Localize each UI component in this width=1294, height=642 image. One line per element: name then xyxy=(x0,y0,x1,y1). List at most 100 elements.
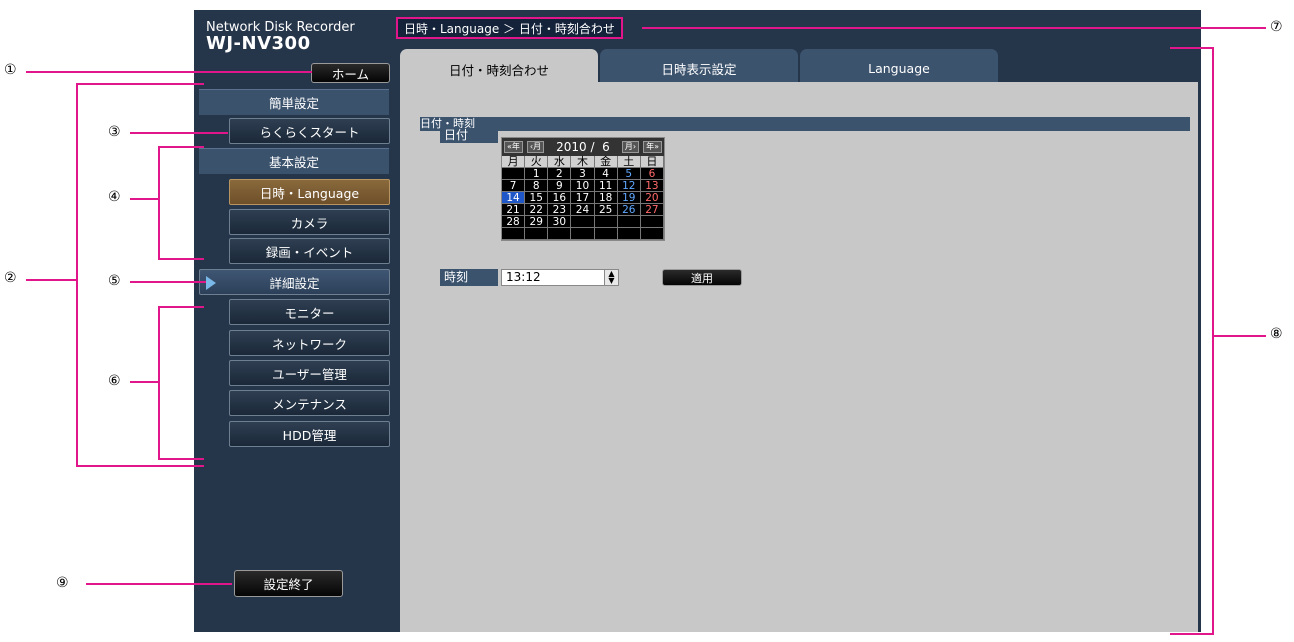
finish-settings-button[interactable]: 設定終了 xyxy=(234,570,343,597)
calendar-day[interactable]: 25 xyxy=(594,204,618,216)
sidebar-item-datetime-language[interactable]: 日時・Language xyxy=(229,179,390,205)
callout-4-bracket-top xyxy=(158,146,204,148)
calendar-day[interactable]: 7 xyxy=(502,180,526,192)
calendar-empty-cell xyxy=(594,228,618,240)
sidebar-category-advanced[interactable]: 詳細設定 xyxy=(199,269,390,295)
sidebar-item-monitor[interactable]: モニター xyxy=(229,299,390,325)
calendar-weekday: 土 xyxy=(617,156,641,168)
calendar-empty-cell xyxy=(640,216,664,228)
callout-1: ① xyxy=(4,62,17,78)
calendar-weekday: 金 xyxy=(594,156,618,168)
sidebar-item-maintenance[interactable]: メンテナンス xyxy=(229,390,390,416)
sidebar-item-network[interactable]: ネットワーク xyxy=(229,330,390,356)
calendar-day[interactable]: 21 xyxy=(502,204,526,216)
sidebar-item-user-management[interactable]: ユーザー管理 xyxy=(229,360,390,386)
calendar-day[interactable]: 12 xyxy=(617,180,641,192)
calendar-day[interactable]: 3 xyxy=(571,168,595,180)
callout-6: ⑥ xyxy=(108,373,121,389)
calendar-empty-cell xyxy=(571,216,595,228)
calendar-empty-cell xyxy=(617,228,641,240)
sidebar-category-simple: 簡単設定 xyxy=(199,89,389,115)
calendar-weekday: 火 xyxy=(525,156,549,168)
calendar-weekday: 日 xyxy=(640,156,664,168)
calendar-week-row xyxy=(502,228,664,240)
callout-6-line xyxy=(130,381,158,383)
callout-8-bracket-top xyxy=(1170,47,1214,49)
callout-2-bracket-bottom xyxy=(76,465,204,467)
calendar-empty-cell xyxy=(548,228,572,240)
callout-9: ⑨ xyxy=(56,575,69,591)
calendar-day[interactable]: 16 xyxy=(548,192,572,204)
calendar-day[interactable]: 8 xyxy=(525,180,549,192)
calendar-day[interactable]: 27 xyxy=(640,204,664,216)
calendar-day[interactable]: 4 xyxy=(594,168,618,180)
calendar-day[interactable]: 23 xyxy=(548,204,572,216)
calendar-day[interactable]: 17 xyxy=(571,192,595,204)
sidebar-item-hdd-management[interactable]: HDD管理 xyxy=(229,421,390,447)
callout-4-bracket-bottom xyxy=(158,258,204,260)
next-year-button[interactable]: 年» xyxy=(643,141,662,153)
calendar-header: «年 ‹月 2010 / 6 月› 年» xyxy=(502,138,664,156)
calendar-week-row: 7 8 9 10 11 12 13 xyxy=(502,180,664,192)
callout-3-line xyxy=(130,132,228,134)
calendar-day[interactable]: 26 xyxy=(617,204,641,216)
calendar-day[interactable]: 10 xyxy=(571,180,595,192)
breadcrumb: 日時・Language ＞ 日付・時刻合わせ xyxy=(396,17,623,39)
home-button[interactable]: ホーム xyxy=(311,63,390,83)
calendar-day[interactable]: 15 xyxy=(525,192,549,204)
calendar-day[interactable]: 24 xyxy=(571,204,595,216)
callout-8-bracket-bottom xyxy=(1170,633,1214,635)
calendar-day[interactable]: 20 xyxy=(640,192,664,204)
callout-2-bracket xyxy=(76,83,78,467)
apply-button[interactable]: 適用 xyxy=(662,269,742,286)
callout-8-bracket xyxy=(1212,47,1214,635)
calendar-day[interactable]: 19 xyxy=(617,192,641,204)
calendar-day[interactable]: 1 xyxy=(525,168,549,180)
callout-7-line xyxy=(642,27,1266,29)
calendar-year-month: 2010 / 6 xyxy=(556,140,610,154)
calendar-day[interactable]: 11 xyxy=(594,180,618,192)
calendar-day[interactable]: 9 xyxy=(548,180,572,192)
sidebar-item-camera[interactable]: カメラ xyxy=(229,209,390,235)
calendar-day[interactable]: 30 xyxy=(548,216,572,228)
time-input[interactable]: 13:12 ▲ ▼ xyxy=(501,269,619,286)
calendar-day[interactable]: 2 xyxy=(548,168,572,180)
calendar-empty-cell xyxy=(502,168,526,180)
callout-6-bracket-bottom xyxy=(158,458,204,460)
sidebar-category-basic: 基本設定 xyxy=(199,148,389,174)
calendar-day[interactable]: 18 xyxy=(594,192,618,204)
calendar-day[interactable]: 14 xyxy=(502,192,526,204)
calendar-week-row: 21 22 23 24 25 26 27 xyxy=(502,204,664,216)
calendar-day[interactable]: 28 xyxy=(502,216,526,228)
time-spinner-icon[interactable]: ▲ ▼ xyxy=(604,270,618,285)
calendar-day[interactable]: 5 xyxy=(617,168,641,180)
calendar-weekday: 月 xyxy=(502,156,526,168)
calendar-week-row: 28 29 30 xyxy=(502,216,664,228)
calendar-empty-cell xyxy=(525,228,549,240)
callout-2: ② xyxy=(4,270,17,286)
calendar-empty-cell xyxy=(502,228,526,240)
calendar-grid: 月火水木金土日 1 2 3 4 5 6 7 8 9 10 11 12 13 14 15 16 17 18 19 20 21… xyxy=(502,156,664,240)
sidebar-item-quick-start[interactable]: らくらくスタート xyxy=(229,118,390,144)
callout-2-line xyxy=(26,279,76,281)
calendar-empty-cell xyxy=(617,216,641,228)
calendar-day[interactable]: 29 xyxy=(525,216,549,228)
prev-year-button[interactable]: «年 xyxy=(504,141,523,153)
time-value: 13:12 xyxy=(506,270,541,284)
calendar-weekday: 木 xyxy=(571,156,595,168)
section-title: 日付・時刻 xyxy=(420,117,1190,131)
calendar-week-row: 14 15 16 17 18 19 20 xyxy=(502,192,664,204)
prev-month-button[interactable]: ‹月 xyxy=(526,141,545,153)
callout-7: ⑦ xyxy=(1270,19,1283,35)
calendar-day[interactable]: 22 xyxy=(525,204,549,216)
calendar-empty-cell xyxy=(571,228,595,240)
calendar-empty-cell xyxy=(594,216,618,228)
callout-9-line xyxy=(86,583,232,585)
calendar-day[interactable]: 6 xyxy=(640,168,664,180)
calendar-day[interactable]: 13 xyxy=(640,180,664,192)
sidebar-item-recording-event[interactable]: 録画・イベント xyxy=(229,238,390,264)
callout-2-bracket-top xyxy=(76,83,204,85)
callout-4-bracket xyxy=(158,146,160,260)
callout-6-bracket xyxy=(158,306,160,460)
next-month-button[interactable]: 月› xyxy=(621,141,640,153)
